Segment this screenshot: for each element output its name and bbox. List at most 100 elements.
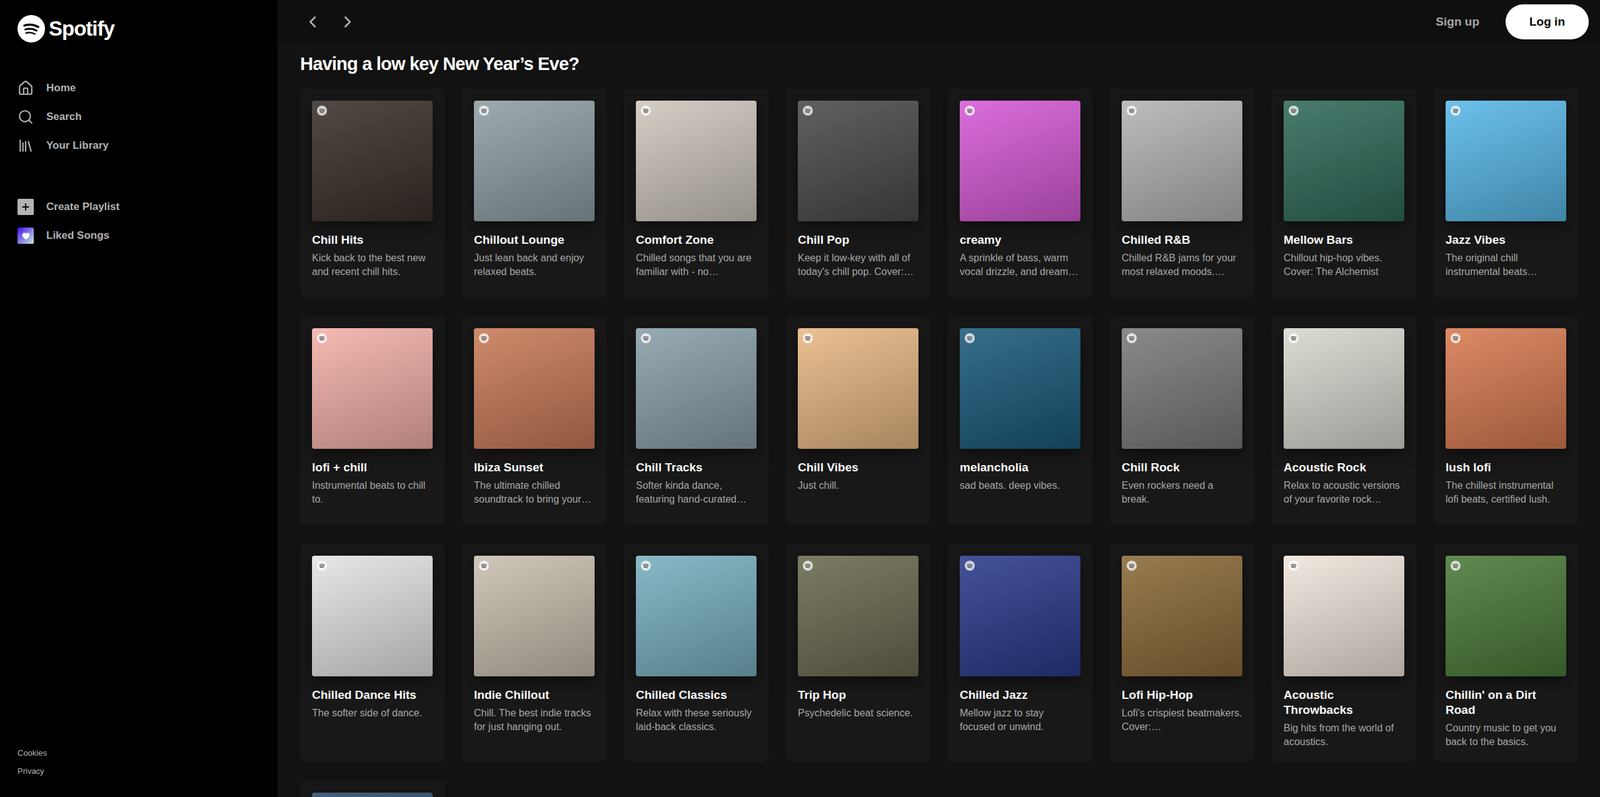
playlist-card[interactable]: Mellow BarsChillout hip-hop vibes. Cover… — [1271, 88, 1417, 297]
card-title: Chilled R&B — [1121, 232, 1243, 248]
card-description: Chilled R&B jams for your most relaxed m… — [1121, 251, 1243, 279]
playlist-cover — [1283, 100, 1405, 222]
playlist-card[interactable] — [300, 780, 445, 797]
card-description: Mellow jazz to stay focused or unwind. — [959, 706, 1081, 735]
playlist-cover — [797, 555, 919, 677]
spotify-badge-icon — [802, 560, 813, 571]
spotify-badge-icon — [1126, 333, 1137, 344]
playlist-card[interactable]: Chilled Dance Hits The softer side of dan… — [300, 543, 445, 762]
nav-item[interactable]: Search — [0, 102, 278, 132]
library-action[interactable]: Create Playlist — [0, 192, 278, 222]
logo-text: Spotify — [48, 16, 115, 41]
card-title: Chill Tracks — [635, 460, 757, 476]
card-description: Chilled songs that you are familiar with… — [635, 251, 757, 279]
playlist-card[interactable]: creamy A sprinkle of bass, warm vocal dri… — [947, 88, 1093, 297]
playlist-card[interactable]: lofi + chillInstrumental beats to chill … — [300, 316, 445, 525]
logo[interactable]: Spotify — [0, 13, 278, 44]
playlist-card[interactable]: Jazz VibesThe original chill instrumenta… — [1433, 88, 1579, 297]
sidebar-footer: Cookies Privacy — [0, 748, 278, 776]
card-title: Chill Pop — [797, 232, 919, 248]
card-description: Relax to acoustic versions of your favor… — [1283, 478, 1405, 507]
playlist-card[interactable]: Trip HopPsychedelic beat science. — [785, 543, 931, 762]
library-action[interactable]: Liked Songs — [0, 221, 278, 251]
heart-icon — [17, 227, 34, 244]
card-description: The ultimate chilled soundtrack to bring… — [473, 478, 595, 507]
playlist-card[interactable]: Chill HitsKick back to the best new and … — [300, 88, 445, 297]
playlist-cover — [797, 328, 919, 449]
spotify-badge-icon — [640, 105, 651, 116]
card-title: Acoustic Rock — [1283, 460, 1405, 476]
spotify-badge-icon — [478, 560, 489, 571]
card-description: Softer kinda dance, featuring hand-curat… — [635, 478, 757, 507]
card-title: creamy — [959, 232, 1081, 248]
chevron-left-icon — [303, 12, 323, 32]
card-description: Chill. The best indie tracks for just ha… — [473, 706, 595, 735]
playlist-cover — [1283, 555, 1405, 677]
spotify-badge-icon — [1126, 105, 1137, 116]
playlist-card[interactable]: Chillin' on a Dirt Road Country music to … — [1433, 543, 1579, 762]
spotify-badge-icon — [1288, 560, 1299, 571]
card-description: The original chill instrumental beats… — [1445, 251, 1567, 279]
playlist-cover — [1445, 100, 1567, 222]
spotify-badge-icon — [640, 560, 651, 571]
playlist-cover — [635, 555, 757, 677]
card-description: Even rockers need a break. — [1121, 478, 1243, 507]
card-title: Acoustic Throwbacks — [1283, 687, 1405, 718]
card-description: A sprinkle of bass, warm vocal drizzle, … — [959, 251, 1081, 279]
playlist-card[interactable]: Chilled JazzMellow jazz to stay focused … — [947, 543, 1093, 762]
playlist-card[interactable]: Chill Tracks Softer kinda dance, featurin… — [623, 316, 769, 525]
card-description: The softer side of dance. — [311, 706, 433, 721]
playlist-cover — [1445, 328, 1567, 449]
footer-link[interactable]: Privacy — [17, 766, 261, 776]
spotify-badge-icon — [1450, 560, 1461, 571]
card-description: Just lean back and enjoy relaxed beats. — [473, 251, 595, 279]
spotify-badge-icon — [1450, 333, 1461, 344]
top-bar: Sign up Log in — [277, 0, 1600, 44]
playlist-card[interactable]: Chilled R&B Chilled R&B jams for your mos… — [1109, 88, 1255, 297]
playlist-card[interactable]: Lofi Hip-HopLofi's crispiest beatmakers.… — [1109, 543, 1255, 762]
library-actions: Create PlaylistLiked Songs — [0, 192, 278, 251]
playlist-cover — [311, 555, 433, 677]
playlist-cover — [311, 792, 433, 797]
card-title: Chillin' on a Dirt Road — [1445, 687, 1567, 718]
playlist-cover — [311, 100, 433, 222]
playlist-cover — [959, 100, 1081, 222]
playlist-card[interactable]: Chill VibesJust chill. — [785, 316, 931, 525]
nav-list: HomeSearchYour Library — [0, 73, 278, 161]
back-button[interactable] — [300, 9, 326, 35]
spotify-badge-icon — [802, 333, 813, 344]
card-description: Kick back to the best new and recent chi… — [311, 251, 433, 279]
card-title: lofi + chill — [311, 460, 433, 476]
playlist-card[interactable]: Chilled ClassicsRelax with these serious… — [623, 543, 769, 762]
playlist-card[interactable]: Ibiza SunsetThe ultimate chilled soundtr… — [462, 316, 607, 525]
log-in-button[interactable]: Log in — [1505, 4, 1589, 40]
playlist-card[interactable]: Acoustic ThrowbacksBig hits from the wor… — [1271, 543, 1417, 762]
playlist-card[interactable]: Indie ChilloutChill. The best indie trac… — [462, 543, 607, 762]
spotify-badge-icon — [1126, 560, 1137, 571]
nav-item[interactable]: Home — [0, 73, 278, 103]
playlist-card[interactable]: lush lofiThe chillest instrumental lofi … — [1433, 316, 1579, 525]
chevron-right-icon — [338, 12, 358, 32]
card-title: Chilled Classics — [635, 687, 757, 703]
footer-link[interactable]: Cookies — [17, 748, 261, 758]
spotify-badge-icon — [316, 560, 328, 571]
forward-button[interactable] — [335, 9, 361, 35]
playlist-cover — [1121, 328, 1243, 449]
playlist-card[interactable]: Chill Rock Even rockers need a break. — [1109, 316, 1255, 525]
nav-item[interactable]: Your Library — [0, 131, 278, 161]
playlist-card[interactable]: Comfort ZoneChilled songs that you are f… — [623, 88, 769, 297]
spotify-badge-icon — [964, 105, 975, 116]
card-description: Country music to get you back to the bas… — [1445, 721, 1567, 750]
sign-up-button[interactable]: Sign up — [1419, 8, 1496, 36]
playlist-card[interactable]: Acoustic Rock Relax to acoustic versions … — [1271, 316, 1417, 525]
app: Spotify HomeSearchYour Library Create Play… — [0, 0, 1600, 797]
playlist-card[interactable]: Chill PopKeep it low-key with all of tod… — [785, 88, 931, 297]
card-title: Chill Rock — [1121, 460, 1243, 476]
main: Sign upLog inHaving a low key New Year’s… — [277, 0, 1600, 797]
card-description: Chillout hip-hop vibes. Cover: The Alche… — [1283, 251, 1405, 279]
spotify-badge-icon — [1450, 105, 1461, 116]
playlist-card[interactable]: melancholiasad beats. deep vibes. — [947, 316, 1093, 525]
playlist-card[interactable]: Chillout LoungeJust lean back and enjoy … — [462, 88, 607, 297]
spotify-badge-icon — [478, 333, 489, 344]
card-title: Chilled Dance Hits — [311, 687, 433, 703]
